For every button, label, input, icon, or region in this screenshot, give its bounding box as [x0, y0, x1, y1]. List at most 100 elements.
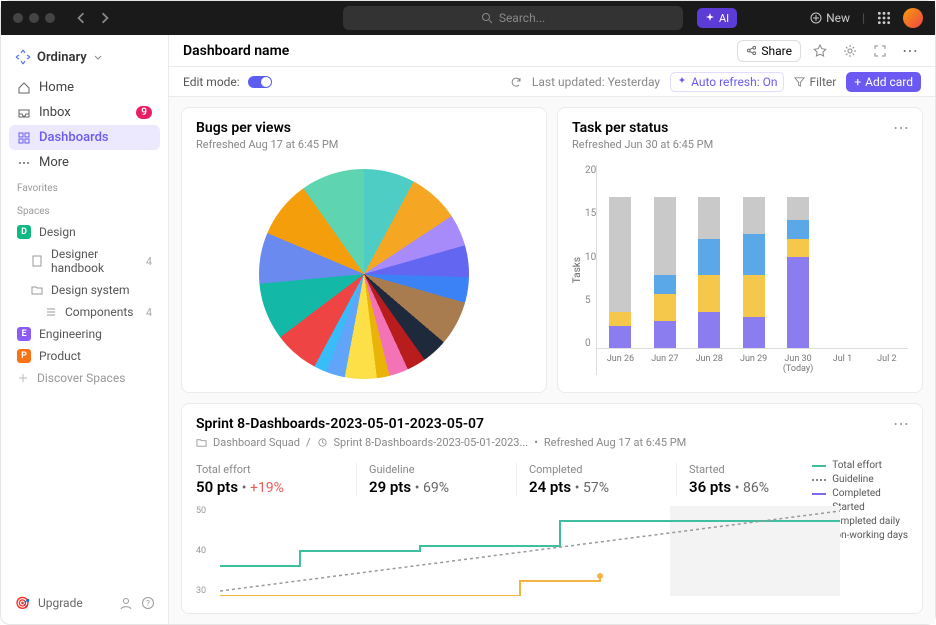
stat-value: 50 pts — [196, 478, 238, 496]
page-count: 4 — [146, 255, 152, 268]
maximize-dot[interactable] — [45, 13, 55, 23]
plus-icon: + — [854, 75, 861, 89]
card-menu-button[interactable]: ⋯ — [893, 414, 910, 433]
user-icon[interactable] — [119, 596, 133, 610]
brand-name: Ordinary — [37, 50, 87, 65]
legend-item: Guideline — [832, 474, 873, 485]
auto-refresh-pill[interactable]: Auto refresh: On — [670, 72, 784, 92]
help-icon[interactable]: ? — [141, 596, 155, 610]
brand-logo-icon — [15, 49, 31, 65]
page-design-system[interactable]: Design system — [9, 279, 160, 301]
squad-name[interactable]: Dashboard Squad — [213, 436, 300, 449]
stat-guideline: Guideline 29 pts • 69% — [356, 463, 516, 496]
sidebar-label: More — [39, 155, 69, 170]
space-product[interactable]: P Product — [9, 345, 160, 367]
space-icon: P — [17, 349, 31, 363]
page-label: Design system — [51, 283, 130, 297]
list-icon — [45, 306, 57, 318]
more-button[interactable]: ⋯ — [899, 40, 921, 62]
space-label: Product — [39, 349, 81, 363]
search-icon — [481, 12, 493, 24]
svg-text:?: ? — [146, 599, 150, 608]
upgrade-icon: 🎯 — [15, 596, 30, 610]
add-card-button[interactable]: + Add card — [846, 72, 921, 92]
stat-label: Completed — [529, 463, 676, 476]
content: Dashboard name Share ⋯ Edit mode: Last u… — [169, 35, 935, 624]
share-label: Share — [761, 44, 792, 58]
close-dot[interactable] — [13, 13, 23, 23]
bar-chart: Tasks 20151050 Jun 26Jun 27Jun 28Jun 29J… — [572, 165, 908, 375]
back-button[interactable] — [71, 8, 91, 28]
started-line — [220, 576, 600, 596]
card-task-per-status: ⋯ Task per status Refreshed Jun 30 at 6:… — [557, 107, 923, 393]
card-title: Sprint 8-Dashboards-2023-05-01-2023-05-0… — [196, 416, 908, 432]
sparkle-icon — [705, 13, 715, 23]
share-button[interactable]: Share — [737, 40, 801, 62]
refresh-icon[interactable] — [510, 76, 522, 88]
dashboard-icon — [17, 131, 31, 145]
page-designer-handbook[interactable]: Designer handbook 4 — [9, 243, 160, 279]
page-label: Components — [65, 305, 134, 319]
ai-button[interactable]: AI — [697, 8, 737, 28]
expand-button[interactable] — [869, 40, 891, 62]
plus-circle-icon — [810, 12, 822, 24]
new-label: New — [826, 11, 850, 25]
edit-mode-toggle[interactable] — [248, 76, 272, 88]
started-point — [597, 573, 603, 579]
upgrade-button[interactable]: Upgrade — [38, 596, 83, 610]
space-label: Design — [39, 225, 76, 239]
stat-value: 24 pts — [529, 478, 571, 496]
filter-button[interactable]: Filter — [794, 75, 836, 89]
stat-pct: 86% — [743, 480, 769, 496]
page-header: Dashboard name Share ⋯ — [169, 35, 935, 67]
line-y-axis: 504030 — [196, 506, 206, 596]
search-placeholder: Search... — [499, 11, 545, 25]
sidebar-item-inbox[interactable]: Inbox 9 — [9, 100, 160, 125]
plus-icon — [17, 372, 29, 384]
workspace-switcher[interactable]: Ordinary — [9, 45, 160, 75]
stat-pct: 69% — [423, 480, 449, 496]
folder-icon — [196, 437, 207, 448]
discover-spaces[interactable]: Discover Spaces — [9, 367, 160, 389]
page-components[interactable]: Components 4 — [9, 301, 160, 323]
spaces-heading: Spaces — [9, 198, 160, 221]
new-button[interactable]: New — [810, 11, 850, 25]
space-label: Engineering — [39, 327, 102, 341]
stat-label: Total effort — [196, 463, 356, 476]
edit-mode-label: Edit mode: — [183, 75, 240, 89]
add-card-label: Add card — [865, 75, 913, 89]
last-updated: Last updated: Yesterday — [532, 75, 660, 89]
star-button[interactable] — [809, 40, 831, 62]
sidebar-item-dashboards[interactable]: Dashboards — [9, 125, 160, 150]
sidebar-item-home[interactable]: Home — [9, 75, 160, 100]
sidebar-item-more[interactable]: More — [9, 150, 160, 175]
cards-area: Bugs per views Refreshed Aug 17 at 6:45 … — [169, 97, 935, 624]
toolbar: Edit mode: Last updated: Yesterday Auto … — [169, 67, 935, 97]
sidebar: Ordinary Home Inbox 9 Dashboards More Fa… — [1, 35, 169, 624]
apps-icon[interactable] — [877, 11, 891, 25]
auto-refresh-label: Auto refresh: On — [691, 75, 777, 89]
avatar[interactable] — [903, 8, 923, 28]
space-design[interactable]: D Design — [9, 221, 160, 243]
filter-label: Filter — [809, 75, 836, 89]
page-count: 4 — [146, 306, 152, 319]
space-icon: E — [17, 327, 31, 341]
stat-value: 36 pts — [689, 478, 731, 496]
line-chart: 504030 — [196, 506, 908, 596]
ai-label: AI — [719, 12, 729, 25]
card-title: Bugs per views — [196, 120, 532, 136]
legend-item: Completed — [832, 488, 881, 499]
sprint-icon — [317, 437, 328, 448]
card-menu-button[interactable]: ⋯ — [893, 118, 910, 137]
stat-total: Total effort 50 pts • +19% — [196, 463, 356, 496]
forward-button[interactable] — [95, 8, 115, 28]
non-working-area — [670, 506, 840, 596]
settings-button[interactable] — [839, 40, 861, 62]
sprint-crumb[interactable]: Sprint 8-Dashboards-2023-05-01-2023... — [334, 436, 529, 449]
minimize-dot[interactable] — [29, 13, 39, 23]
more-icon — [17, 156, 31, 170]
stat-label: Guideline — [369, 463, 516, 476]
search-input[interactable]: Search... — [343, 6, 683, 30]
space-engineering[interactable]: E Engineering — [9, 323, 160, 345]
filter-icon — [794, 76, 805, 87]
